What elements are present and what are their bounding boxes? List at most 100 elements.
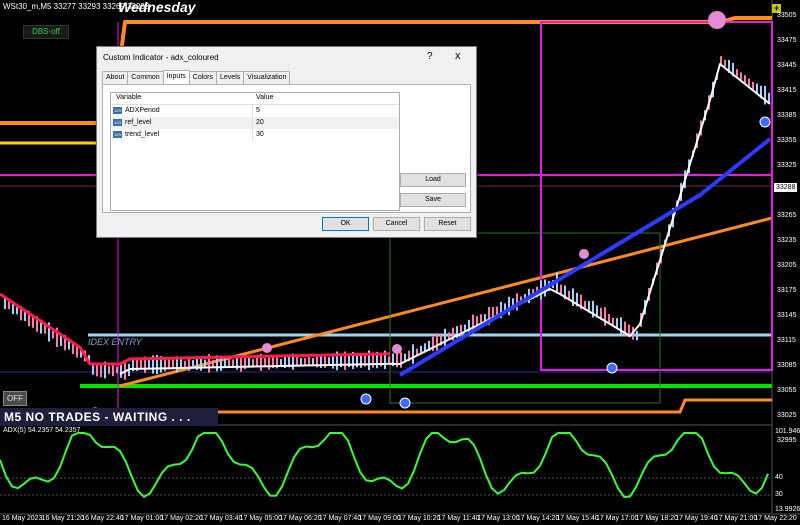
candle	[736, 69, 738, 77]
price-tick-label: 33205	[777, 262, 797, 269]
tab-colors[interactable]: Colors	[188, 71, 218, 84]
candle	[444, 328, 446, 348]
reset-button[interactable]: Reset	[424, 217, 471, 231]
candle	[252, 359, 254, 367]
adx-tick-label: 30	[775, 491, 783, 498]
tab-inputs[interactable]: Inputs	[162, 70, 190, 84]
candle	[328, 357, 330, 365]
price-tick-label: 33475	[777, 37, 797, 44]
dbs-toggle-button[interactable]: DBS-off	[23, 25, 69, 39]
time-tick-label: 17 May 13:00	[477, 515, 520, 522]
signal-marker	[262, 343, 272, 353]
candle	[192, 360, 194, 368]
adx-tick-label: 13.9926	[775, 506, 800, 513]
current-price-tag: 33288	[774, 183, 798, 192]
adx-tick-label: 40	[775, 474, 783, 481]
parameters-grid[interactable]: Variable Value 123 ADXPeriod 5 123 ref_l…	[110, 92, 400, 211]
price-tick-label: 33235	[777, 237, 797, 244]
candle	[52, 330, 54, 339]
time-axis[interactable]: 16 May 2023 16 May 21:20 16 May 22:40 17 Ma…	[0, 514, 797, 525]
off-toggle-button[interactable]: OFF	[3, 391, 27, 406]
candle	[724, 59, 726, 67]
tab-about[interactable]: About	[102, 71, 129, 84]
close-icon[interactable]: x	[455, 50, 461, 62]
time-tick-label: 17 May 09:00	[358, 515, 401, 522]
grid-header: Variable Value	[111, 93, 399, 105]
column-variable: Variable	[116, 94, 142, 101]
candle	[412, 344, 414, 364]
candle	[116, 366, 118, 374]
candle	[96, 363, 98, 377]
time-tick-label: 16 May 21:20	[41, 515, 85, 522]
time-tick-label: 17 May 18:20	[635, 515, 679, 522]
param-row-ref-level[interactable]: 123 ref_level 20	[111, 117, 399, 129]
candle	[112, 363, 114, 377]
entry-marker	[606, 362, 618, 374]
time-tick-label: 17 May 06:20	[279, 515, 322, 522]
price-tick-label: 33025	[777, 412, 797, 419]
help-icon[interactable]: ?	[427, 51, 433, 62]
param-value[interactable]: 30	[256, 131, 264, 138]
candle	[748, 78, 750, 87]
time-tick-label: 16 May 22:40	[81, 515, 124, 522]
entry-marker	[759, 116, 771, 128]
candle	[388, 356, 390, 364]
price-tick-label: 33505	[777, 12, 797, 19]
candle	[204, 359, 206, 368]
param-name: ADXPeriod	[125, 107, 160, 114]
param-name: trend_level	[125, 131, 160, 138]
load-button[interactable]: Load	[400, 173, 466, 187]
candle	[280, 358, 282, 366]
param-value[interactable]: 20	[256, 119, 264, 126]
price-tick-label: 33445	[777, 62, 797, 69]
integer-type-icon: 123	[113, 119, 122, 126]
price-tick-label: 33115	[777, 337, 796, 344]
time-tick-label: 17 May 19:40	[675, 515, 718, 522]
price-tick-label: 33055	[777, 387, 797, 394]
time-tick-label: 17 May 15:40	[556, 515, 599, 522]
adx-tick-label: 101.9462	[775, 428, 800, 435]
candle	[8, 301, 10, 310]
tab-common[interactable]: Common	[127, 71, 164, 84]
tab-visualization[interactable]: Visualization	[243, 71, 291, 84]
candle	[432, 336, 434, 352]
candle	[396, 352, 398, 368]
price-tick-label: 33385	[777, 112, 797, 119]
tab-levels[interactable]: Levels	[216, 71, 245, 84]
candle	[436, 333, 438, 351]
param-row-adxperiod[interactable]: 123 ADXPeriod 5	[111, 105, 399, 117]
signal-marker	[579, 249, 589, 259]
price-tick-label: 33265	[777, 212, 797, 219]
time-tick-label: 17 May 05:00	[239, 515, 283, 522]
time-tick-label: 17 May 07:40	[318, 515, 362, 522]
candle	[300, 358, 302, 366]
time-tick-label: 17 May 01:00	[120, 515, 164, 522]
dialog-tabs: About Common Inputs Colors Levels Visual…	[102, 70, 291, 84]
price-tick-label: 33355	[777, 137, 797, 144]
column-value: Value	[256, 94, 274, 101]
entry-zone-label: IDEX ENTRY	[88, 337, 142, 347]
candle	[636, 330, 638, 341]
price-tick-label: 32995	[777, 437, 797, 444]
time-tick-label: 17 May 11:40	[437, 515, 480, 522]
param-value[interactable]: 5	[256, 107, 260, 114]
param-name: ref_level	[125, 119, 152, 126]
candle	[264, 358, 266, 367]
custom-indicator-dialog[interactable]: Custom Indicator - adx_coloured ? x Abou…	[96, 46, 477, 238]
candle	[568, 290, 570, 299]
time-tick-label: 17 May 02:20	[160, 515, 203, 522]
adx-line	[0, 432, 769, 498]
price-tick-label: 33325	[777, 162, 797, 169]
param-row-trend-level[interactable]: 123 trend_level 30	[111, 129, 399, 141]
candle	[400, 352, 402, 368]
inputs-panel: Variable Value 123 ADXPeriod 5 123 ref_l…	[102, 84, 471, 213]
cancel-button[interactable]: Cancel	[373, 217, 420, 231]
integer-type-icon: 123	[113, 107, 122, 114]
candle	[108, 366, 110, 374]
price-axis[interactable]: 3350533475334453341533385333553332533295…	[772, 0, 800, 515]
save-button[interactable]: Save	[400, 193, 466, 207]
candle	[16, 307, 18, 315]
integer-type-icon: 123	[113, 131, 122, 138]
candle	[312, 358, 314, 365]
ok-button[interactable]: OK	[322, 217, 369, 231]
